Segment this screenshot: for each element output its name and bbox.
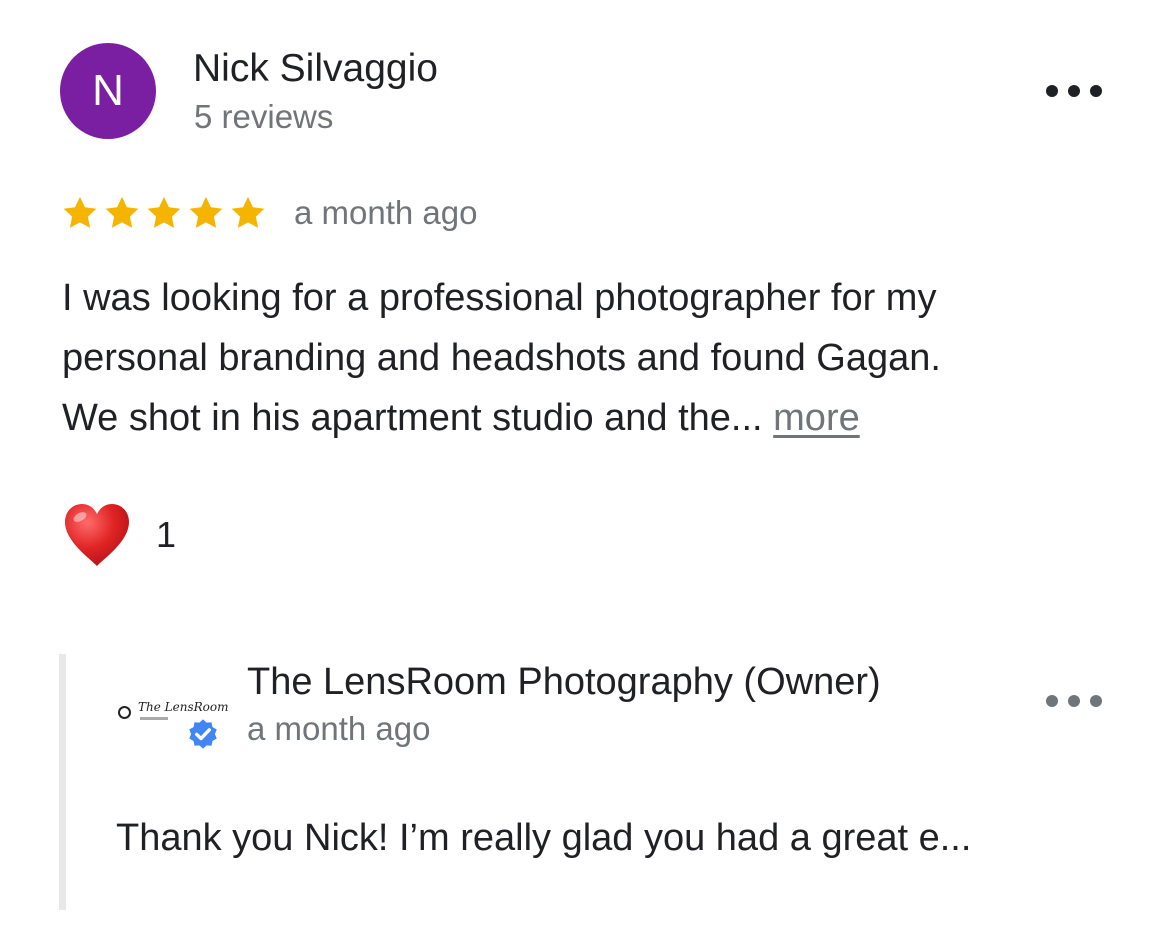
reaction-count: 1 [156,514,177,555]
verified-badge-icon [189,719,217,749]
owner-response-more-options-button[interactable] [1046,690,1102,712]
star-icon [147,196,181,228]
review-text-truncated: We shot in his apartment studio and the.… [62,397,774,439]
more-dot-icon [1090,695,1102,707]
review-more-options-button[interactable] [1046,80,1102,102]
logo-ring-icon [118,706,131,719]
more-dot-icon [1068,695,1080,707]
owner-logo-text: The LensRoom [138,700,229,714]
more-dot-icon [1046,85,1058,97]
owner-name: The LensRoom Photography (Owner) [247,661,881,703]
star-icon [105,196,139,228]
reviewer-avatar[interactable]: N [60,43,156,139]
owner-response-text[interactable]: Thank you Nick! I’m really glad you had … [116,812,971,864]
star-rating [61,190,267,236]
star-icon [189,196,223,228]
more-dot-icon [1068,85,1080,97]
more-dot-icon [1046,695,1058,707]
review-text-line: We shot in his apartment studio and the.… [62,388,1122,448]
owner-response-timestamp: a month ago [247,710,431,747]
review-timestamp: a month ago [294,194,478,231]
review-text: I was looking for a professional photogr… [62,268,1122,448]
reviewer-review-count[interactable]: 5 reviews [194,97,333,137]
heart-icon [65,504,129,566]
like-reaction-button[interactable]: 1 [62,500,176,570]
star-icon [63,196,97,228]
reviewer-name[interactable]: Nick Silvaggio [193,46,438,92]
more-dot-icon [1090,85,1102,97]
read-more-link[interactable]: more [773,397,860,439]
avatar-letter: N [92,66,124,115]
review-text-line: personal branding and headshots and foun… [62,337,941,379]
logo-subline [140,717,168,720]
owner-response-divider [59,654,66,910]
review-text-line: I was looking for a professional photogr… [62,277,937,319]
star-icon [231,196,265,228]
